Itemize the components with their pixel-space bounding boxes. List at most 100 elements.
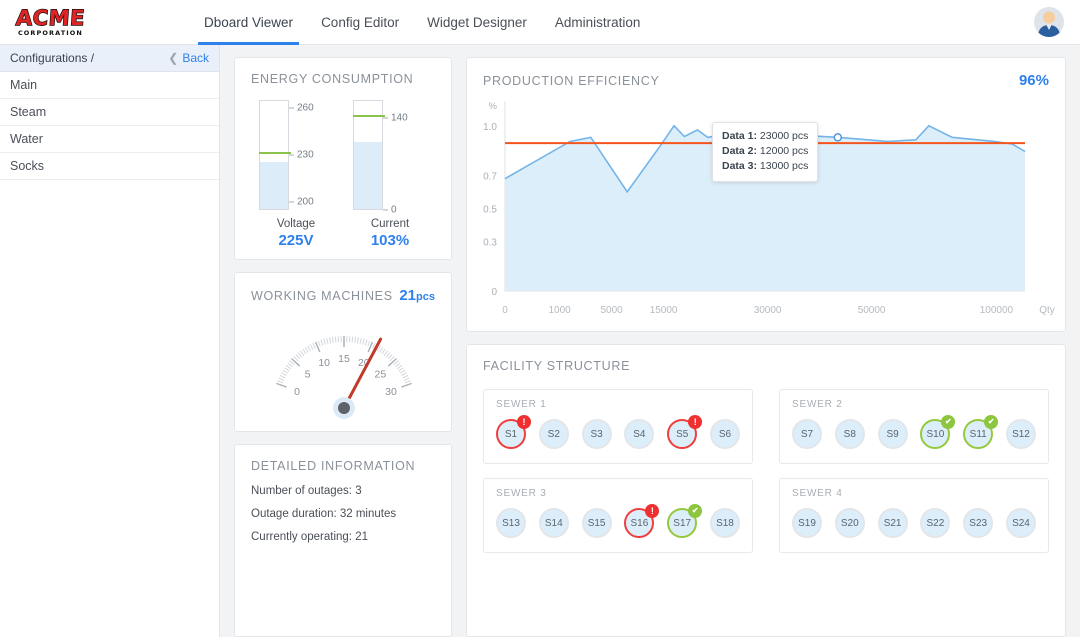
facility-card-title: Facility Structure <box>483 359 631 373</box>
sewer-node-s16[interactable]: S16! <box>624 504 660 538</box>
back-button[interactable]: ❮ Back <box>168 51 209 65</box>
left-column: Energy Consumption 260 230 200 Voltage 225V 1… <box>234 57 452 637</box>
chart-data-point-marker[interactable] <box>833 133 842 142</box>
sidebar: Configurations / ❮ Back Main Steam Water So… <box>0 45 220 637</box>
node-label: S19 <box>792 508 822 538</box>
detailed-information-card: Detailed Information Number of outages: … <box>234 444 452 637</box>
nav-item-config-editor[interactable]: Config Editor <box>307 0 413 45</box>
nav-item-administration[interactable]: Administration <box>541 0 655 45</box>
x-tick-label: 100000 <box>980 305 1014 316</box>
sewer-node-s23[interactable]: S23 <box>963 508 994 538</box>
sewer-node-s12[interactable]: S12 <box>1005 419 1036 449</box>
gauge-tick-label: 25 <box>375 369 387 381</box>
sewer-node-s19[interactable]: S19 <box>792 508 822 538</box>
nav-item-dboard-viewer[interactable]: Dboard Viewer <box>190 0 307 45</box>
x-tick-label: 15000 <box>650 305 678 316</box>
sewer-node-s7[interactable]: S7 <box>792 419 822 449</box>
check-badge-icon: ✔ <box>941 415 956 429</box>
sidebar-list: Main Steam Water Socks <box>0 72 219 180</box>
bar-track <box>353 100 385 210</box>
sewer-node-s10[interactable]: S10 ✔ <box>920 415 956 449</box>
node-label: S23 <box>963 508 994 538</box>
sewer-node-s21[interactable]: S21 <box>877 508 908 538</box>
user-menu[interactable] <box>1034 7 1064 37</box>
sewer-node-s1[interactable]: S1! <box>496 415 531 449</box>
tooltip-line: Data 1: 23000 pcs <box>722 130 809 142</box>
x-tick-label: 30000 <box>754 305 782 316</box>
sewer-node-s20[interactable]: S20 <box>834 508 865 538</box>
sewer-node-s11[interactable]: S11 ✔ <box>963 415 999 449</box>
sewer-node-s5[interactable]: S5! <box>667 415 703 449</box>
main-navigation: Dboard Viewer Config Editor Widget Designe… <box>190 0 654 45</box>
x-tick-label: 5000 <box>600 305 623 316</box>
working-machines-title: Working Machines <box>251 289 393 303</box>
node-label: S24 <box>1005 508 1036 538</box>
gauge-value: 225V <box>278 232 314 249</box>
sewer-name: SEWER 2 <box>792 399 843 410</box>
y-tick-label: 0.3 <box>483 237 497 248</box>
sidebar-item-main[interactable]: Main <box>0 72 219 99</box>
node-label: S9 <box>877 419 908 449</box>
brand-logo: ACME CORPORATION <box>0 5 190 37</box>
detail-line: Outage duration: 32 minutes <box>251 508 397 520</box>
node-label: S13 <box>496 508 526 538</box>
gauge-hub <box>338 402 350 414</box>
sewer-node-s18[interactable]: S18 <box>709 508 740 538</box>
detail-line: Number of outages: 3 <box>251 485 362 497</box>
x-tick-label: 1000 <box>548 305 571 316</box>
sidebar-item-water[interactable]: Water <box>0 126 219 153</box>
sewer-node-s15[interactable]: S15 <box>581 508 612 538</box>
sewer-node-s2[interactable]: S2 <box>538 419 569 449</box>
tick-label: 230 <box>289 150 314 161</box>
dashboard-app: ACME CORPORATION Dboard Viewer Config Edi… <box>0 0 1080 637</box>
sewer-node-s8[interactable]: S8 <box>834 419 865 449</box>
efficiency-chart: % 1.0 0.7 0.5 0.3 0 0 1000 5000 15000 30000 50000 10… <box>467 89 1065 321</box>
production-card-title: Production Efficiency <box>483 74 660 88</box>
tick-label: 260 <box>289 102 314 113</box>
sewer-grid: SEWER 1 S1! S2 S3 S4 S5! S6 SEWER 2 S7 S8 S9 S10 ✔ S1… <box>467 373 1065 569</box>
threshold-marker <box>259 151 291 154</box>
sewer-node-list: S19 S20 S21 S22 S23 S24 <box>792 508 1036 538</box>
tooltip-line: Data 2: 12000 pcs <box>722 145 809 158</box>
nav-item-widget-designer[interactable]: Widget Designer <box>413 0 541 45</box>
gauge-tick-label: 0 <box>294 386 300 398</box>
sewer-node-s3[interactable]: S3 <box>581 419 612 449</box>
alert-badge-icon: ! <box>645 504 660 518</box>
sewer-node-s4[interactable]: S4 <box>624 419 655 449</box>
energy-card-title: Energy Consumption <box>251 72 414 86</box>
avatar[interactable] <box>1034 7 1064 37</box>
sewer-node-s6[interactable]: S6 <box>709 419 740 449</box>
y-tick-label: 0.5 <box>483 204 497 215</box>
sidebar-item-steam[interactable]: Steam <box>0 99 219 126</box>
node-label: S2 <box>538 419 569 449</box>
x-tick-label: 0 <box>502 305 508 316</box>
sewer-group: SEWER 1 S1! S2 S3 S4 S5! S6 <box>483 389 753 464</box>
gauge-tick-label: 10 <box>318 357 330 369</box>
sewer-node-s9[interactable]: S9 <box>877 419 908 449</box>
sewer-node-s24[interactable]: S24 <box>1005 508 1036 538</box>
sewer-node-s17[interactable]: S17 ✔ <box>667 504 703 538</box>
detail-list: Number of outages: 3 Outage duration: 32 … <box>235 473 451 543</box>
alert-badge-icon: ! <box>688 415 703 429</box>
energy-gauge-voltage: 260 230 200 Voltage 225V <box>255 100 337 249</box>
y-tick-label: 1.0 <box>483 122 497 133</box>
gauge-label: Voltage <box>276 218 316 230</box>
energy-consumption-card: Energy Consumption 260 230 200 Voltage 225V 1… <box>234 57 452 260</box>
sewer-node-s22[interactable]: S22 <box>920 508 951 538</box>
sidebar-item-socks[interactable]: Socks <box>0 153 219 180</box>
working-machines-value: 21pcs <box>399 287 435 304</box>
bar-track <box>259 100 291 210</box>
energy-gauge-current: 140 0 Current 103% <box>349 100 431 249</box>
breadcrumb: Configurations / <box>10 51 95 65</box>
alert-badge-icon: ! <box>517 415 531 429</box>
back-label: Back <box>182 51 209 65</box>
sewer-name: SEWER 4 <box>792 488 843 499</box>
main-content: Energy Consumption 260 230 200 Voltage 225V 1… <box>220 45 1080 637</box>
sewer-node-s14[interactable]: S14 <box>538 508 569 538</box>
check-badge-icon: ✔ <box>984 415 999 429</box>
logo-subtext: CORPORATION <box>17 28 83 37</box>
node-label: S21 <box>877 508 908 538</box>
chevron-left-icon: ❮ <box>168 51 179 65</box>
sewer-node-s13[interactable]: S13 <box>496 508 526 538</box>
node-label: S3 <box>581 419 612 449</box>
